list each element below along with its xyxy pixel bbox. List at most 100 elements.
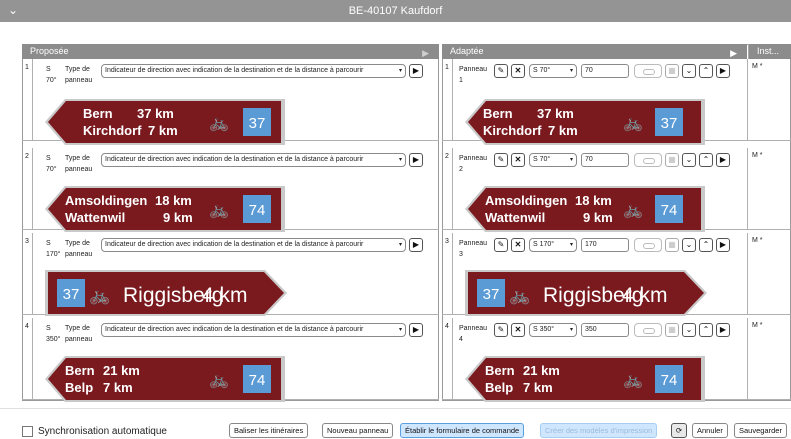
sign-dest-2: Wattenwil <box>65 210 125 225</box>
type-label: Type de <box>65 66 90 73</box>
direction-degrees: 70° <box>46 77 57 84</box>
row-number: 2 <box>22 148 33 229</box>
inst-value: M * <box>752 237 763 244</box>
sign-type-select[interactable]: Indicateur de direction avec indication … <box>101 153 406 167</box>
play-icon[interactable]: ▶ <box>716 64 730 78</box>
chevron-up-icon[interactable]: ⌃ <box>699 238 713 252</box>
sign-km: 4 km <box>622 284 668 307</box>
grid-icon[interactable]: ▦ <box>665 64 679 78</box>
sign-shape-toggle[interactable] <box>634 323 662 337</box>
sign-dest-1: Bern <box>483 106 513 121</box>
angle-input[interactable]: 350 <box>581 323 629 337</box>
angle-input[interactable]: 70 <box>581 64 629 78</box>
type-label: Type de <box>65 325 90 332</box>
play-icon[interactable]: ▶ <box>409 153 423 167</box>
sign-dest-1: Amsoldingen <box>65 193 147 208</box>
sign-km-1: 18 km <box>575 193 612 208</box>
panneau-label: panneau <box>65 77 93 84</box>
sign-km-1: 18 km <box>155 193 192 208</box>
edit-icon[interactable]: ✎ <box>494 323 508 337</box>
sign-km-1: 37 km <box>537 106 574 121</box>
angle-input[interactable]: 170 <box>581 238 629 252</box>
sign-km-2: 7 km <box>148 123 178 138</box>
chevron-down-icon[interactable]: ⌄ <box>682 238 696 252</box>
sync-checkbox[interactable] <box>22 426 33 437</box>
edit-icon[interactable]: ✎ <box>494 64 508 78</box>
inst-value: M * <box>752 63 763 70</box>
panneau-label: Panneau <box>459 155 488 162</box>
panneau-number: 3 <box>459 251 463 258</box>
direction-select[interactable]: S 70° ▾ <box>529 64 577 78</box>
grid-icon[interactable]: ▦ <box>665 238 679 252</box>
chevron-up-icon[interactable]: ⌃ <box>699 64 713 78</box>
new-panel-button[interactable]: Nouveau panneau <box>322 423 394 438</box>
angle-input[interactable]: 70 <box>581 153 629 167</box>
row-number: 3 <box>442 233 453 314</box>
direction-sign: Amsoldingen 18 km Wattenwil 9 km 🚲 74 <box>45 186 285 232</box>
delete-icon[interactable]: ✕ <box>511 153 525 167</box>
sign-km-1: 37 km <box>137 106 174 121</box>
print-templates-button[interactable]: Créer des modèles d'impression <box>540 423 658 438</box>
delete-icon[interactable]: ✕ <box>511 64 525 78</box>
order-form-button[interactable]: Établir le formulaire de commande <box>400 423 525 438</box>
sign-type-select[interactable]: Indicateur de direction avec indication … <box>101 64 406 78</box>
play-icon[interactable]: ▶ <box>409 323 423 337</box>
route-number: 74 <box>661 202 678 219</box>
edit-icon[interactable]: ✎ <box>494 153 508 167</box>
delete-icon[interactable]: ✕ <box>511 323 525 337</box>
inst-value: M * <box>752 152 763 159</box>
chevron-down-icon[interactable]: ⌄ <box>682 64 696 78</box>
panneau-label: Panneau <box>459 325 488 332</box>
direction-sign: Bern 37 km Kirchdorf 7 km 🚲 37 <box>45 99 285 145</box>
play-icon[interactable]: ▶ <box>409 64 423 78</box>
play-icon[interactable]: ▶ <box>716 238 730 252</box>
sign-shape-toggle[interactable] <box>634 153 662 167</box>
play-icon[interactable]: ▶ <box>409 238 423 252</box>
sign-type-select[interactable]: Indicateur de direction avec indication … <box>101 238 406 252</box>
chevron-down-icon[interactable]: ⌄ <box>682 153 696 167</box>
route-number: 37 <box>249 115 266 132</box>
bicycle-icon: 🚲 <box>623 202 643 219</box>
sign-dest-2: Belp <box>485 380 513 395</box>
window-title: BE-40107 Kaufdorf <box>348 5 443 17</box>
panneau-label: Panneau <box>459 66 488 73</box>
row-number: 4 <box>442 318 453 399</box>
bicycle-icon: 🚲 <box>209 115 229 132</box>
edit-icon[interactable]: ✎ <box>494 238 508 252</box>
save-button[interactable]: Sauvegarder <box>734 423 787 438</box>
play-icon[interactable]: ▶ <box>716 323 730 337</box>
route-number: 37 <box>63 286 80 303</box>
row-number: 2 <box>442 148 453 229</box>
row-number: 3 <box>22 233 33 314</box>
direction-sign: Bern 21 km Belp 7 km 🚲 74 <box>45 356 285 402</box>
adapted-header: Adaptée ▶ <box>442 44 747 59</box>
direction-degrees: 350° <box>46 336 61 343</box>
chevron-down-icon[interactable]: ⌄ <box>682 323 696 337</box>
direction-degrees: 170° <box>46 251 61 258</box>
play-icon[interactable]: ▶ <box>716 153 730 167</box>
refresh-icon[interactable]: ⟳ <box>671 423 687 438</box>
chevron-up-icon[interactable]: ⌃ <box>699 323 713 337</box>
chevron-up-icon[interactable]: ⌃ <box>699 153 713 167</box>
sign-km-2: 7 km <box>103 380 133 395</box>
direction-select[interactable]: S 70° ▾ <box>529 153 577 167</box>
cancel-button[interactable]: Annuler <box>692 423 728 438</box>
sign-shape-toggle[interactable] <box>634 64 662 78</box>
column-divider <box>747 59 748 140</box>
grid-icon[interactable]: ▦ <box>665 153 679 167</box>
delete-icon[interactable]: ✕ <box>511 238 525 252</box>
sign-dest-2: Belp <box>65 380 93 395</box>
sign-km-1: 21 km <box>103 363 140 378</box>
direction-select[interactable]: S 170° ▾ <box>529 238 577 252</box>
direction-sign: Amsoldingen 18 km Wattenwil 9 km 🚲 74 <box>465 186 705 232</box>
sign-type-select[interactable]: Indicateur de direction avec indication … <box>101 323 406 337</box>
grid-icon[interactable]: ▦ <box>665 323 679 337</box>
direction-sign: 37 🚲 Riggisberg 4 km <box>45 270 287 316</box>
route-number: 37 <box>483 286 500 303</box>
direction-letter: S <box>46 325 51 332</box>
sign-shape-toggle[interactable] <box>634 238 662 252</box>
direction-select[interactable]: S 350° ▾ <box>529 323 577 337</box>
panneau-label: panneau <box>65 251 93 258</box>
baliser-button[interactable]: Baliser les itinéraires <box>229 423 309 438</box>
column-divider <box>747 148 748 229</box>
